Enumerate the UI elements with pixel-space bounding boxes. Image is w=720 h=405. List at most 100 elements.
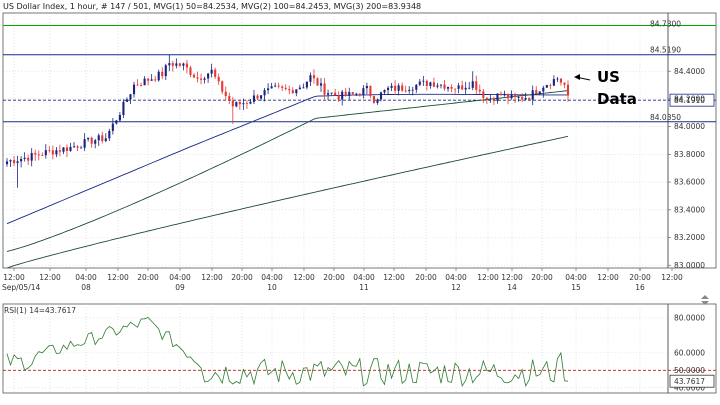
candle <box>376 98 379 105</box>
candle-body <box>72 146 76 148</box>
candle <box>175 58 178 69</box>
candle <box>245 100 248 110</box>
scroll-up-icon[interactable] <box>701 295 709 299</box>
candle <box>397 83 400 96</box>
candle-body <box>351 92 354 95</box>
candle <box>496 93 499 104</box>
candle <box>485 96 488 105</box>
candle-body <box>192 74 196 78</box>
candle <box>284 84 287 91</box>
candle-body <box>171 63 174 66</box>
candle <box>115 119 118 125</box>
candle-body <box>454 88 457 90</box>
candle <box>108 128 111 141</box>
candle <box>224 86 227 101</box>
candle-body <box>140 85 143 86</box>
candle-body <box>231 100 234 107</box>
candle <box>23 152 26 162</box>
rsi-value-label: 43.7617 <box>674 377 705 386</box>
candle-body <box>545 84 548 88</box>
candle-body <box>341 91 344 100</box>
candle-body <box>147 78 150 81</box>
candle <box>422 75 425 86</box>
ma-100-line <box>6 90 569 252</box>
price-tick-label: 84.4000 <box>674 67 705 76</box>
candle-body <box>489 98 492 100</box>
candle-body <box>482 91 485 99</box>
candle <box>20 156 23 168</box>
candle <box>475 75 478 95</box>
time-tick-label: 12:00 <box>3 273 25 282</box>
candle <box>316 77 319 86</box>
candle <box>161 67 164 80</box>
candle <box>436 83 439 89</box>
time-tick-label: 04:00 <box>445 273 467 282</box>
candle <box>171 60 174 72</box>
candle-body <box>524 98 527 100</box>
candle-body <box>510 94 513 99</box>
time-tick-label: 12:00 <box>293 273 315 282</box>
candle-body <box>323 83 326 95</box>
candle-body <box>288 89 291 91</box>
time-tick-label: 12:00 <box>477 273 499 282</box>
candle <box>235 101 238 108</box>
candle <box>228 92 231 104</box>
header-mvg1: MVG(1) 50=84.2534 <box>154 2 236 11</box>
candle-body <box>337 95 340 100</box>
candle <box>457 82 460 94</box>
candle <box>499 91 503 96</box>
scroll-arrows[interactable] <box>701 295 709 305</box>
candle <box>369 85 372 99</box>
candle-body <box>263 90 266 96</box>
candle <box>178 62 181 68</box>
candle <box>556 77 559 82</box>
candle <box>34 149 37 161</box>
candle <box>270 83 273 89</box>
candle-body <box>492 98 495 101</box>
candle-body <box>429 82 432 86</box>
candle-body <box>284 87 287 90</box>
candle-body <box>302 87 305 89</box>
header-mvg2: MVG(2) 100=84.2453 <box>241 2 329 11</box>
candle-body <box>217 76 220 82</box>
candle-body <box>538 91 541 95</box>
candle-body <box>9 160 12 162</box>
candle <box>231 96 234 124</box>
candle <box>164 63 167 81</box>
candle <box>348 87 351 101</box>
candle <box>27 154 30 166</box>
candle <box>111 117 114 135</box>
candle-body <box>122 101 125 115</box>
candle-body <box>475 81 478 90</box>
candle-body <box>125 99 129 102</box>
candle <box>531 85 534 106</box>
candle <box>118 111 121 122</box>
time-tick-label: 12:00 <box>39 273 61 282</box>
header-info: , 1 hour, # 147 / 501, <box>65 2 154 11</box>
candle <box>358 93 361 97</box>
candle-body <box>478 89 481 92</box>
candle-body <box>196 77 199 79</box>
candle-body <box>185 63 189 68</box>
candle-body <box>270 86 273 89</box>
candle-body <box>432 82 435 87</box>
time-tick-label: 04:00 <box>353 273 375 282</box>
candle <box>482 89 485 103</box>
candle <box>80 145 83 149</box>
candle-body <box>97 135 100 141</box>
price-tick-label: 84.2000 <box>674 95 705 104</box>
candle <box>464 81 467 95</box>
candle <box>140 82 143 87</box>
candle <box>65 144 69 158</box>
candle-body <box>464 87 467 90</box>
candle-body <box>37 154 40 156</box>
candle <box>418 79 421 87</box>
candle-body <box>228 95 231 101</box>
candle <box>129 93 132 104</box>
candle <box>90 136 93 148</box>
candle <box>154 76 157 82</box>
time-tick-label: 04:00 <box>75 273 97 282</box>
price-tick-label: 83.0000 <box>674 261 705 270</box>
candle <box>341 89 344 106</box>
header-symbol-text: US Dollar Index <box>3 2 65 11</box>
